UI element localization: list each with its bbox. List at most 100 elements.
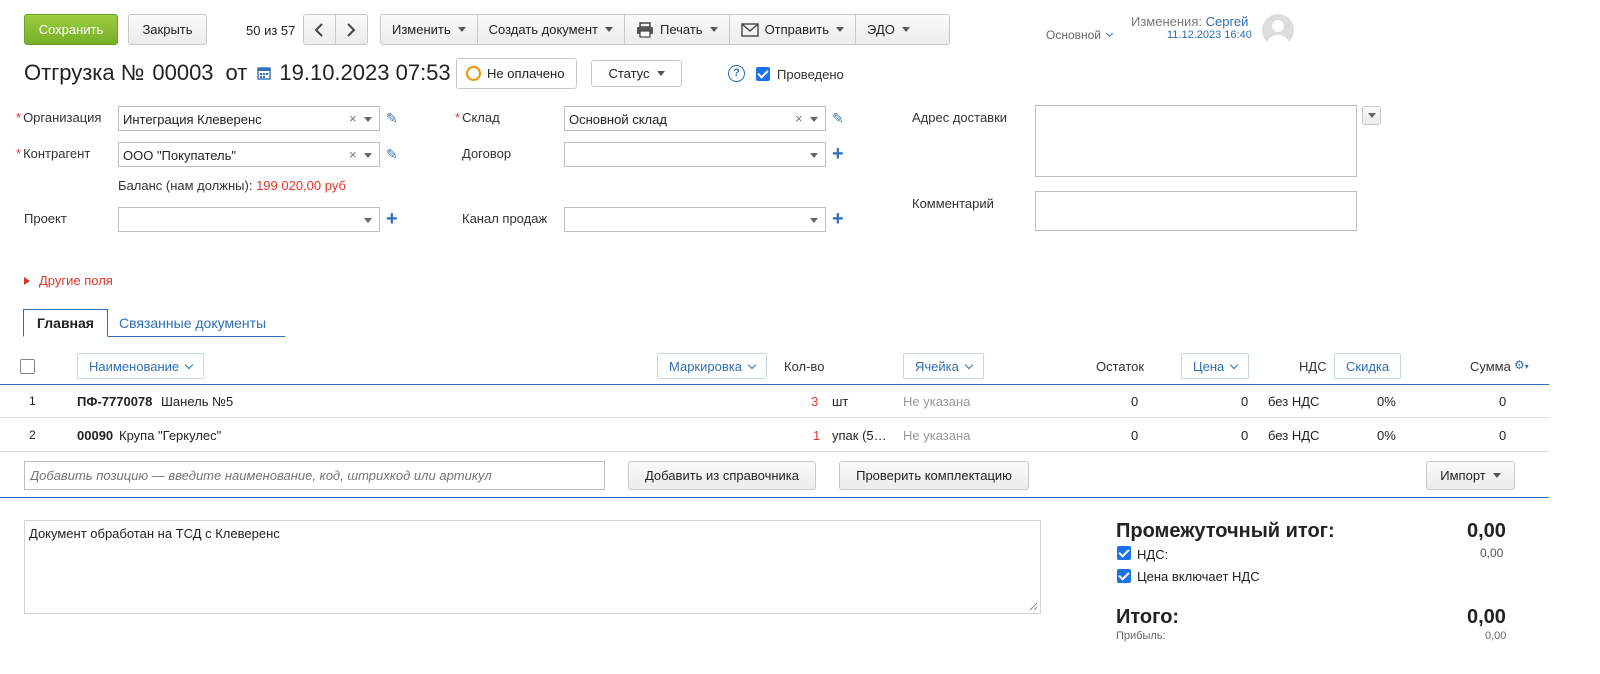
contractor-value: ООО "Покупатель": [123, 148, 237, 163]
row-sum: 0: [1499, 428, 1507, 443]
channel-field[interactable]: [564, 207, 826, 232]
column-marking-sort[interactable]: Маркировка: [657, 353, 767, 379]
column-name-sort[interactable]: Наименование: [77, 353, 205, 379]
select-all-checkbox[interactable]: [20, 359, 35, 374]
row-price[interactable]: 0: [1241, 428, 1248, 443]
row-qty[interactable]: 3: [811, 394, 818, 409]
row-discount[interactable]: 0%: [1377, 428, 1396, 443]
address-expand-button[interactable]: [1362, 106, 1381, 125]
warehouse-field[interactable]: Основной склад ×: [564, 106, 826, 131]
edit-label: Изменить: [392, 22, 451, 37]
contract-field[interactable]: [564, 142, 826, 167]
caret-down-icon[interactable]: [810, 117, 818, 122]
document-date[interactable]: 19.10.2023 07:53: [279, 60, 450, 86]
contractor-field[interactable]: ООО "Покупатель" ×: [118, 142, 380, 167]
edit-pencil-icon[interactable]: ✎: [832, 110, 844, 127]
org-field[interactable]: Интеграция Клеверенс ×: [118, 106, 380, 131]
column-settings-gear-icon[interactable]: ⚙▾: [1514, 359, 1529, 373]
table-row[interactable]: 2 00090 Крупа "Геркулес" 1 упак (5… Не у…: [0, 419, 1549, 452]
row-unit[interactable]: упак (5…: [832, 428, 887, 443]
pager-nav: [303, 14, 368, 45]
create-document-button[interactable]: Создать документ: [478, 15, 625, 44]
add-project-icon[interactable]: +: [386, 209, 398, 229]
posted-checkbox[interactable]: [756, 67, 770, 81]
caret-down-icon: [709, 27, 718, 32]
table-bottom-divider: [0, 497, 1549, 498]
add-contract-icon[interactable]: +: [832, 144, 844, 164]
payment-status-button[interactable]: Не оплачено: [456, 58, 577, 89]
tab-related-documents[interactable]: Связанные документы: [119, 315, 266, 331]
changes-user-link[interactable]: Сергей: [1206, 14, 1249, 29]
tab-main[interactable]: Главная: [23, 309, 108, 337]
close-button[interactable]: Закрыть: [128, 14, 207, 45]
comment-field[interactable]: [1035, 191, 1357, 231]
row-vat[interactable]: без НДС: [1268, 428, 1319, 443]
project-field[interactable]: [118, 207, 380, 232]
envelope-icon: [740, 22, 759, 37]
prev-button[interactable]: [304, 15, 336, 44]
caret-down-icon[interactable]: [364, 218, 372, 223]
status-dropdown[interactable]: Статус: [591, 60, 682, 87]
vat-checkbox[interactable]: [1117, 546, 1131, 560]
add-from-catalog-button[interactable]: Добавить из справочника: [628, 461, 816, 490]
row-qty[interactable]: 1: [813, 428, 820, 443]
column-cell-sort[interactable]: Ячейка: [903, 353, 984, 379]
caret-down-icon[interactable]: [364, 153, 372, 158]
other-fields-toggle[interactable]: Другие поля: [24, 273, 113, 288]
vat-value: 0,00: [1480, 546, 1504, 560]
column-name-label: Наименование: [89, 358, 180, 374]
subtotal-label: Промежуточный итог:: [1116, 520, 1335, 542]
comment-label: Комментарий: [912, 196, 994, 211]
project-label: Проект: [24, 211, 67, 226]
clear-icon[interactable]: ×: [349, 111, 357, 126]
row-number: 1: [29, 394, 36, 408]
row-name[interactable]: Крупа "Геркулес": [119, 428, 221, 443]
column-discount-button[interactable]: Скидка: [1334, 353, 1402, 379]
document-note-textarea[interactable]: Документ обработан на ТСД с Клеверенс: [24, 520, 1041, 614]
address-label: Адрес доставки: [912, 110, 1008, 125]
caret-down-icon[interactable]: [364, 117, 372, 122]
print-label: Печать: [659, 22, 703, 37]
next-button[interactable]: [336, 15, 367, 44]
caret-down-icon: [457, 27, 466, 32]
save-button[interactable]: Сохранить: [24, 14, 118, 45]
address-field[interactable]: [1035, 105, 1357, 177]
warehouse-value: Основной склад: [569, 112, 667, 127]
resize-handle-icon[interactable]: [1029, 602, 1038, 611]
row-cell[interactable]: Не указана: [903, 394, 970, 409]
row-price[interactable]: 0: [1241, 394, 1248, 409]
document-number[interactable]: 00003: [152, 60, 213, 86]
edit-pencil-icon[interactable]: ✎: [386, 146, 398, 163]
check-kit-button[interactable]: Проверить комплектацию: [839, 461, 1029, 490]
clear-icon[interactable]: ×: [795, 111, 803, 126]
column-marking-label: Маркировка: [669, 358, 742, 374]
calendar-icon[interactable]: [257, 66, 272, 80]
row-stock: 0: [1131, 394, 1139, 409]
price-includes-vat-checkbox[interactable]: [1117, 569, 1131, 583]
row-discount[interactable]: 0%: [1377, 394, 1396, 409]
import-button[interactable]: Импорт: [1426, 461, 1515, 490]
caret-down-icon[interactable]: [810, 153, 818, 158]
help-icon[interactable]: ?: [728, 65, 745, 82]
add-position-input[interactable]: [24, 461, 605, 490]
edit-menu-button[interactable]: Изменить: [381, 15, 478, 44]
column-price-sort[interactable]: Цена: [1181, 353, 1250, 379]
avatar[interactable]: [1262, 14, 1294, 46]
send-button[interactable]: Отправить: [730, 15, 857, 44]
chevron-left-icon: [314, 22, 323, 37]
row-code[interactable]: ПФ-7770078: [77, 394, 152, 409]
caret-down-icon[interactable]: [810, 218, 818, 223]
row-code[interactable]: 00090: [77, 428, 113, 443]
edo-button[interactable]: ЭДО: [856, 15, 921, 44]
row-unit[interactable]: шт: [832, 394, 848, 409]
actions-toolbar: Изменить Создать документ Печать Отправи…: [380, 14, 950, 45]
add-channel-icon[interactable]: +: [832, 209, 844, 229]
row-name[interactable]: Шанель №5: [161, 394, 233, 409]
row-cell[interactable]: Не указана: [903, 428, 970, 443]
row-vat[interactable]: без НДС: [1268, 394, 1319, 409]
layout-selector[interactable]: Основной: [1046, 28, 1114, 42]
clear-icon[interactable]: ×: [349, 147, 357, 162]
print-button[interactable]: Печать: [625, 15, 730, 44]
table-row[interactable]: 1 ПФ-7770078 Шанель №5 3 шт Не указана 0…: [0, 385, 1549, 418]
edit-pencil-icon[interactable]: ✎: [386, 110, 398, 127]
